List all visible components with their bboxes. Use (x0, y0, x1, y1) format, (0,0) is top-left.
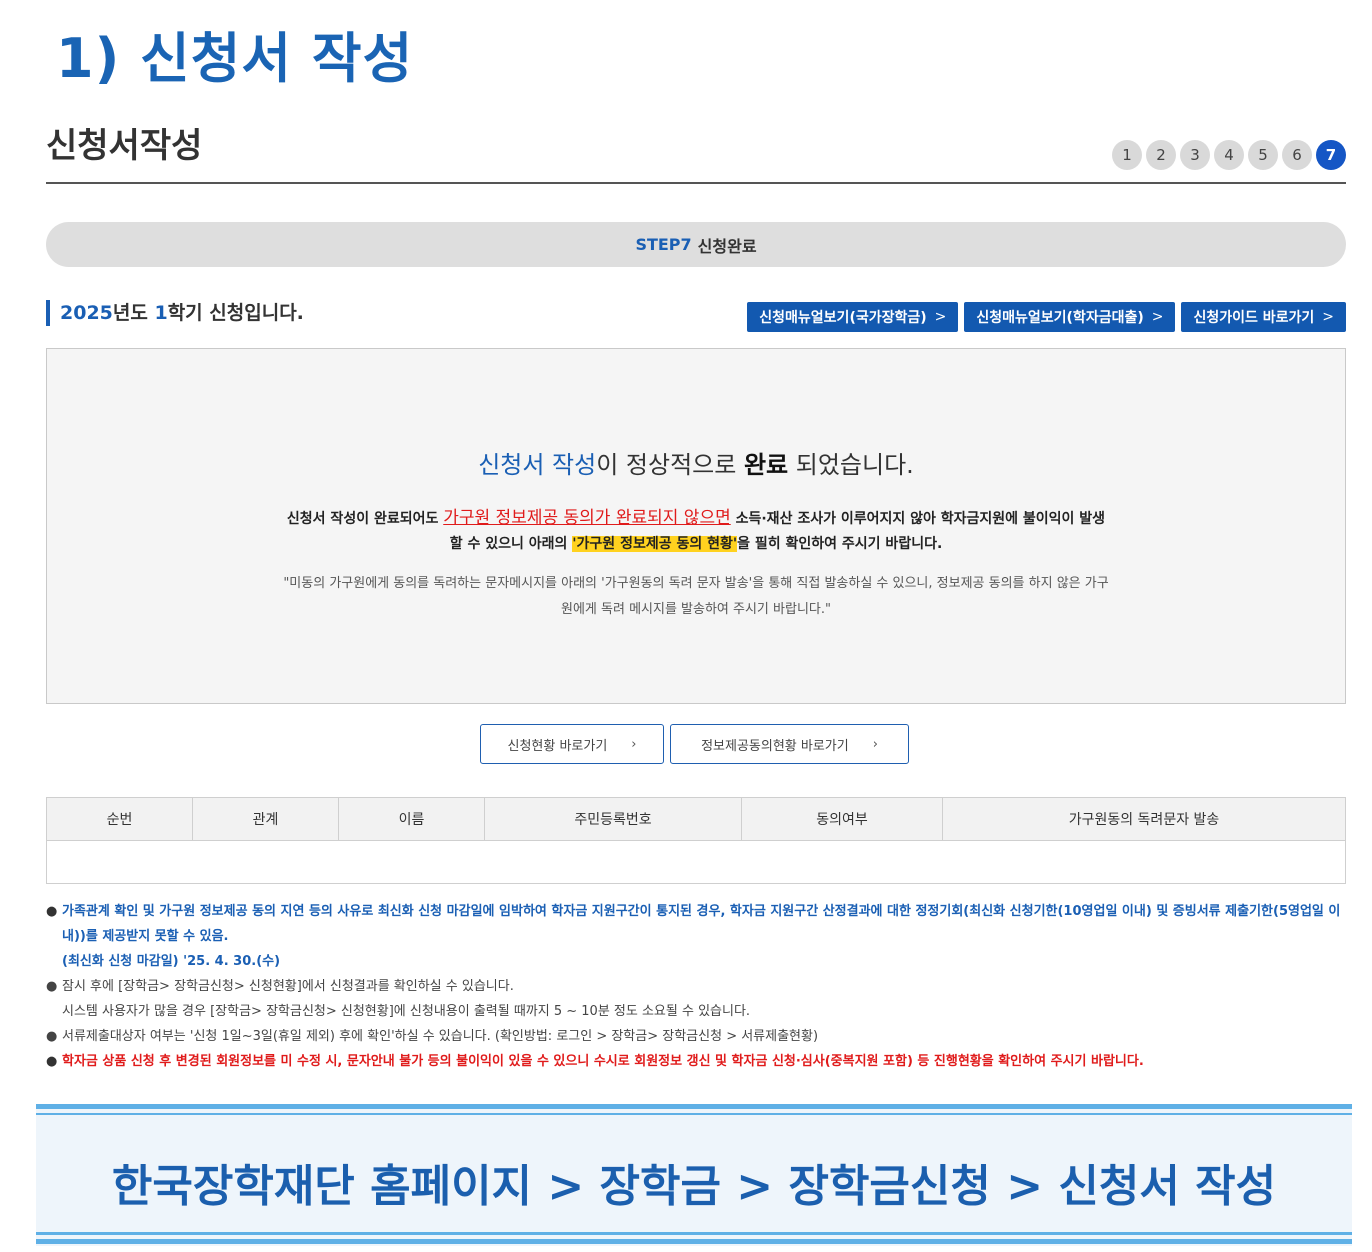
step-5: 5 (1248, 140, 1278, 170)
chevron-right-icon: › (872, 736, 878, 752)
col-reminder-sms: 가구원동의 독려문자 발송 (942, 797, 1346, 841)
completion-heading-strong: 완료 (743, 451, 789, 479)
footer-bottom-line-thin (36, 1232, 1352, 1235)
col-resident-number: 주민등록번호 (484, 797, 742, 841)
chevron-right-icon: › (631, 736, 637, 752)
footer-path-band: 한국장학재단 홈페이지 > 장학금 > 장학금신청 > 신청서 작성 (36, 1104, 1352, 1246)
semester-year-suffix: 년도 (112, 302, 155, 324)
hero-title: 1) 신청서 작성 (56, 27, 414, 90)
col-consent: 동의여부 (741, 797, 943, 841)
completion-warning: 신청서 작성이 완료되어도 가구원 정보제공 동의가 완료되지 않으면 소득·재… (281, 506, 1111, 557)
table-row (46, 840, 1346, 884)
manual-scholarship-button[interactable]: 신청매뉴얼보기(국가장학금) > (747, 302, 959, 332)
completion-warning-part3: 을 필히 확인하여 주시기 바랍니다. (737, 536, 943, 552)
notice-result-line1: 잠시 후에 [장학금> 장학금신청> 신청현황]에서 신청결과를 확인하실 수 … (62, 979, 514, 994)
semester-term-suffix: 학기 신청입니다. (167, 302, 304, 324)
application-status-label: 신청현황 바로가기 (507, 738, 608, 754)
completion-warning-part1: 신청서 작성이 완료되어도 (286, 511, 444, 527)
col-relation: 관계 (192, 797, 339, 841)
semester-term: 1 (154, 302, 168, 324)
application-status-button[interactable]: 신청현황 바로가기 › (480, 724, 664, 764)
apply-guide-button[interactable]: 신청가이드 바로가기 > (1181, 302, 1346, 332)
step-6: 6 (1282, 140, 1312, 170)
completion-warning-red: 가구원 정보제공 동의가 완료되지 않으면 (443, 508, 731, 528)
bullet-icon: ● (46, 904, 58, 919)
step-1: 1 (1112, 140, 1142, 170)
consent-status-button[interactable]: 정보제공동의현황 바로가기 › (670, 724, 909, 764)
col-seq: 순번 (46, 797, 193, 841)
step-7-active: 7 (1316, 140, 1346, 170)
notice-deadline-date: (최신화 신청 마감일) '25. 4. 30.(수) (62, 954, 281, 969)
notice-item-deadline: ● 가족관계 확인 및 가구원 정보제공 동의 지연 등의 사유로 최신화 신청… (46, 899, 1346, 974)
step-banner: STEP7 신청완료 (46, 222, 1346, 267)
step-2: 2 (1146, 140, 1176, 170)
page-title: 신청서작성 (46, 126, 203, 166)
notice-item-member-info: ● 학자금 상품 신청 후 변경된 회원정보를 미 수정 시, 문자안내 불가 … (46, 1049, 1346, 1074)
semester-year: 2025 (60, 302, 113, 324)
step-4: 4 (1214, 140, 1244, 170)
step-indicator: 1 2 3 4 5 6 7 (1112, 140, 1346, 170)
footer-path-text: 한국장학재단 홈페이지 > 장학금 > 장학금신청 > 신청서 작성 (111, 1161, 1277, 1212)
step-3: 3 (1180, 140, 1210, 170)
consent-status-label: 정보제공동의현황 바로가기 (701, 738, 849, 754)
notice-member-info-text: 학자금 상품 신청 후 변경된 회원정보를 미 수정 시, 문자안내 불가 등의… (62, 1054, 1144, 1069)
guide-button-group: 신청매뉴얼보기(국가장학금) > 신청매뉴얼보기(학자금대출) > 신청가이드 … (747, 302, 1346, 332)
chevron-right-icon: > (934, 309, 947, 325)
footer-top-line (36, 1104, 1352, 1109)
completion-heading-mid: 이 정상적으로 (596, 451, 744, 479)
completion-heading: 신청서 작성이 정상적으로 완료 되었습니다. (47, 445, 1345, 480)
semester-label: 2025년도 1학기 신청입니다. (46, 300, 304, 326)
table-header-row: 순번 관계 이름 주민등록번호 동의여부 가구원동의 독려문자 발송 (46, 797, 1346, 841)
notice-item-documents: ● 서류제출대상자 여부는 '신청 1일~3일(휴일 제외) 후에 확인'하실 … (46, 1024, 1346, 1049)
completion-warning-highlight: '가구원 정보제공 동의 현황' (572, 536, 738, 552)
completion-heading-end: 되었습니다. (788, 451, 914, 479)
notice-item-result: ● 잠시 후에 [장학금> 장학금신청> 신청현황]에서 신청결과를 확인하실 … (46, 974, 1346, 1024)
completion-note: "미동의 가구원에게 동의를 독려하는 문자메시지를 아래의 '가구원동의 독려… (283, 576, 1109, 617)
step-code: STEP7 (635, 235, 692, 254)
col-name: 이름 (338, 797, 485, 841)
completion-heading-blue: 신청서 작성 (478, 451, 597, 479)
bullet-icon: ● (46, 1054, 58, 1069)
footer-top-line-thin (36, 1113, 1352, 1115)
bullet-icon: ● (46, 979, 58, 994)
manual-scholarship-label: 신청매뉴얼보기(국가장학금) (759, 310, 927, 326)
household-consent-table: 순번 관계 이름 주민등록번호 동의여부 가구원동의 독려문자 발송 (46, 797, 1346, 884)
notice-deadline-text: 가족관계 확인 및 가구원 정보제공 동의 지연 등의 사유로 최신화 신청 마… (62, 904, 1341, 944)
apply-guide-label: 신청가이드 바로가기 (1193, 310, 1315, 326)
manual-loan-label: 신청매뉴얼보기(학자금대출) (976, 310, 1144, 326)
step-label: 신청완료 (697, 236, 757, 256)
completion-box: 신청서 작성이 정상적으로 완료 되었습니다. 신청서 작성이 완료되어도 가구… (46, 348, 1346, 704)
notice-result-line2: 시스템 사용자가 많을 경우 [장학금> 장학금신청> 신청현황]에 신청내용이… (62, 1004, 751, 1019)
title-divider (46, 182, 1346, 184)
chevron-right-icon: > (1151, 309, 1164, 325)
manual-loan-button[interactable]: 신청매뉴얼보기(학자금대출) > (964, 302, 1176, 332)
notice-list: ● 가족관계 확인 및 가구원 정보제공 동의 지연 등의 사유로 최신화 신청… (46, 899, 1346, 1074)
nav-button-group: 신청현황 바로가기 › 정보제공동의현황 바로가기 › (480, 724, 909, 764)
notice-documents-text: 서류제출대상자 여부는 '신청 1일~3일(휴일 제외) 후에 확인'하실 수 … (62, 1029, 819, 1044)
footer-bottom-line (36, 1239, 1352, 1244)
bullet-icon: ● (46, 1029, 58, 1044)
chevron-right-icon: > (1322, 309, 1334, 325)
table-empty-cell (46, 840, 1346, 884)
